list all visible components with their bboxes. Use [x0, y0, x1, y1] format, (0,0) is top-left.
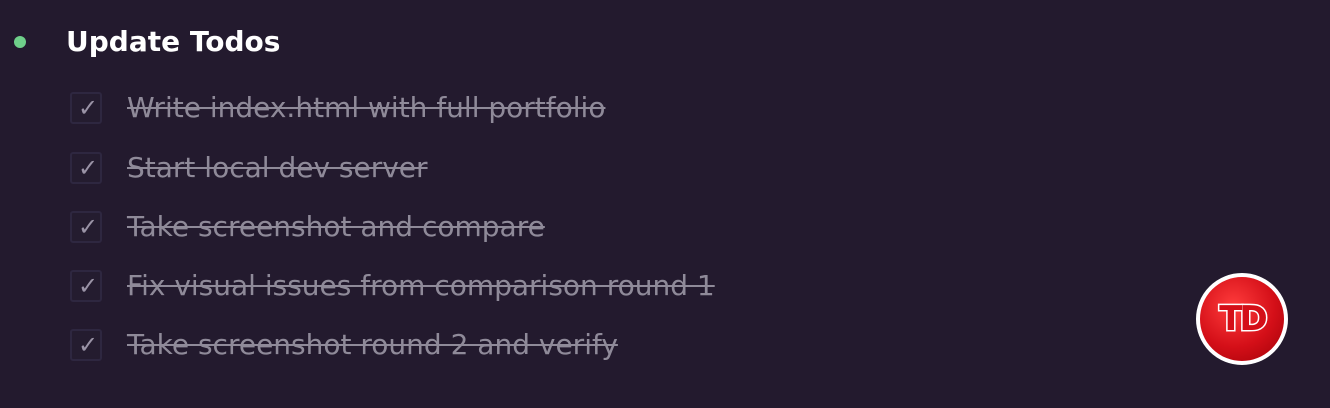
todo-item[interactable]: ✓ Take screenshot round 2 and verify — [70, 325, 618, 365]
todo-checkbox[interactable]: ✓ — [70, 152, 102, 184]
todo-item[interactable]: ✓ Write index.html with full portfolio — [70, 88, 605, 128]
checkmark-icon: ✓ — [77, 94, 99, 122]
status-dot-icon — [14, 36, 26, 48]
td-logo-text: TD — [1218, 298, 1269, 341]
checkmark-icon: ✓ — [77, 213, 99, 241]
todo-checkbox[interactable]: ✓ — [70, 211, 102, 243]
checkmark-icon: ✓ — [77, 272, 99, 300]
todo-item[interactable]: ✓ Take screenshot and compare — [70, 207, 545, 247]
todo-label: Take screenshot and compare — [127, 210, 545, 243]
checkmark-icon: ✓ — [77, 331, 99, 359]
todo-label: Fix visual issues from comparison round … — [127, 269, 715, 302]
todo-checkbox[interactable]: ✓ — [70, 329, 102, 361]
td-logo: TD — [1196, 273, 1288, 365]
checkmark-icon: ✓ — [77, 154, 99, 182]
todo-item[interactable]: ✓ Fix visual issues from comparison roun… — [70, 266, 715, 306]
todo-label: Write index.html with full portfolio — [127, 91, 606, 124]
todo-label: Start local dev server — [127, 151, 428, 184]
todo-checkbox[interactable]: ✓ — [70, 270, 102, 302]
todo-label: Take screenshot round 2 and verify — [127, 328, 618, 361]
todo-checkbox[interactable]: ✓ — [70, 92, 102, 124]
todos-title: Update Todos — [66, 25, 281, 58]
todo-item[interactable]: ✓ Start local dev server — [70, 148, 428, 188]
